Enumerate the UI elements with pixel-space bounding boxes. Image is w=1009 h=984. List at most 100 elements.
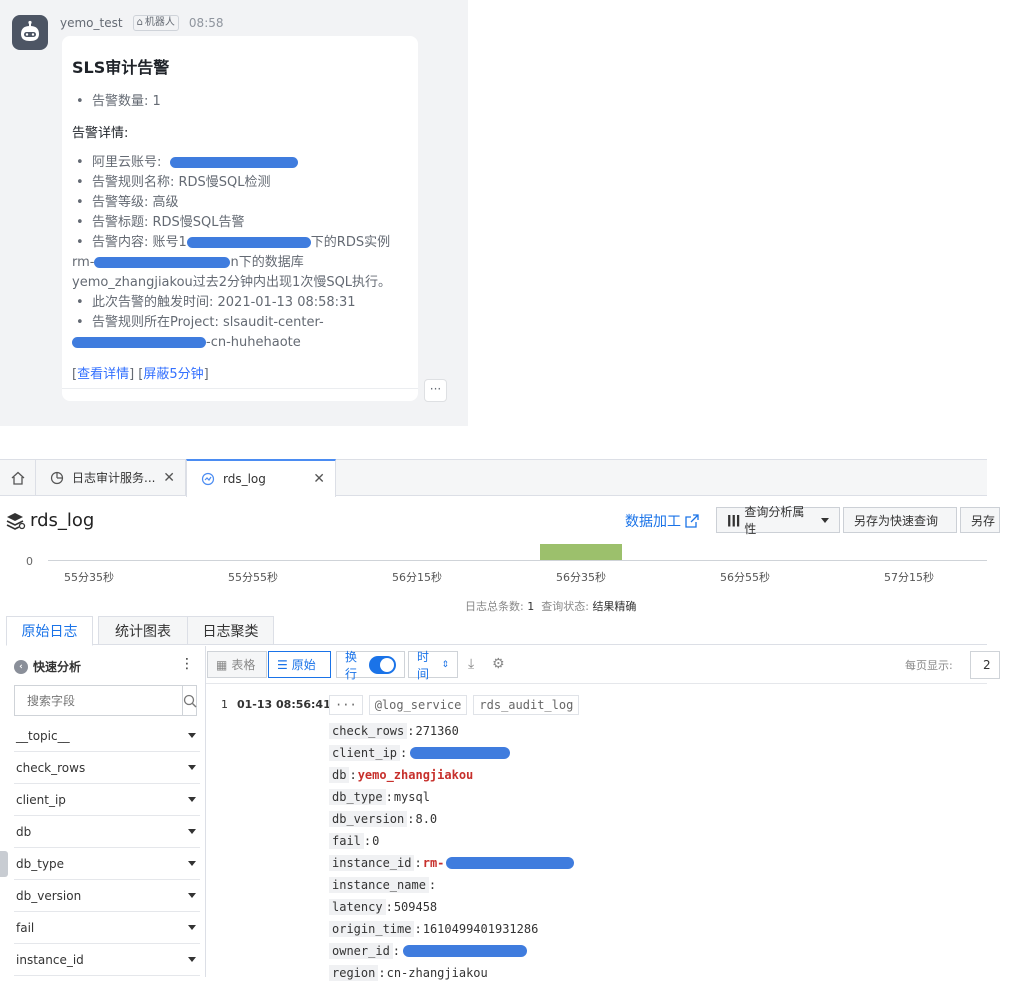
log-toolbar: ▦ 表格 ☰ 原始 换行 时间 ⇕ ⤓ ⚙ 每页显示: 2 <box>206 646 1000 684</box>
histogram-zero-label: 0 <box>26 555 33 568</box>
log-key[interactable]: client_ip <box>329 745 401 761</box>
mute-link[interactable]: 屏蔽5分钟 <box>143 367 203 382</box>
log-tag-topic[interactable]: rds_audit_log <box>473 695 580 715</box>
log-key[interactable]: fail <box>329 833 364 849</box>
log-value[interactable]: yemo_zhangjiakou <box>358 768 474 782</box>
log-tag-source[interactable]: @log_service <box>368 695 468 715</box>
robot-avatar[interactable] <box>12 15 48 50</box>
field-item[interactable]: check_rows <box>14 752 200 784</box>
card-title: SLS审计告警 <box>72 58 170 77</box>
caret-down-icon[interactable] <box>188 925 196 930</box>
log-value[interactable]: 271360 <box>415 724 458 738</box>
caret-down-icon[interactable] <box>188 957 196 962</box>
tab-charts[interactable]: 统计图表 <box>98 616 188 645</box>
save-as-button[interactable]: 另存 <box>960 507 1000 533</box>
logstore-name: rds_log <box>30 510 95 531</box>
query-attributes-label: 查询分析属性 <box>744 505 805 536</box>
log-value[interactable]: cn-zhangjiakou <box>387 966 488 980</box>
data-process-link[interactable]: 数据加工 <box>625 511 699 531</box>
log-key[interactable]: instance_name <box>329 877 429 893</box>
logstore-icon <box>6 512 26 530</box>
log-value[interactable]: 0 <box>372 834 379 848</box>
log-key[interactable]: owner_id <box>329 943 393 959</box>
log-field: fail:0 <box>329 830 574 852</box>
field-item[interactable]: db_version <box>14 880 200 912</box>
field-item[interactable]: __topic__ <box>14 720 200 752</box>
field-item[interactable]: instance_id <box>14 944 200 976</box>
log-key[interactable]: latency <box>329 899 386 915</box>
redacted-account-id <box>186 237 311 248</box>
download-icon[interactable]: ⤓ <box>468 656 474 672</box>
table-view-button[interactable]: ▦ 表格 <box>207 651 267 678</box>
tab-home[interactable] <box>0 459 36 496</box>
search-button[interactable] <box>182 686 197 715</box>
histogram-tick: 56分55秒 <box>720 571 770 584</box>
more-vertical-icon[interactable]: ⋮ <box>180 656 194 672</box>
log-value[interactable]: mysql <box>394 790 430 804</box>
field-item[interactable]: db_type <box>14 848 200 880</box>
wrap-switch[interactable] <box>369 655 396 674</box>
log-key[interactable]: check_rows <box>329 723 408 739</box>
raw-view-label: 原始 <box>291 658 316 672</box>
histogram-bar[interactable] <box>540 544 622 560</box>
caret-down-icon[interactable] <box>188 765 196 770</box>
detail-title: 告警标题: RDS慢SQL告警 <box>72 213 408 233</box>
log-key[interactable]: instance_id <box>329 855 415 871</box>
log-value[interactable]: 8.0 <box>415 812 437 826</box>
histogram: 0 55分35秒 55分55秒 56分15秒 56分35秒 56分55秒 57分… <box>0 540 987 585</box>
sender-name[interactable]: yemo_test <box>60 16 123 30</box>
caret-down-icon[interactable] <box>188 893 196 898</box>
collapse-left-icon[interactable]: ‹ <box>14 659 28 674</box>
caret-down-icon[interactable] <box>188 797 196 802</box>
detail-content: 告警内容: 账号1下的RDS实例 <box>72 233 408 253</box>
more-actions-button[interactable]: ··· <box>424 379 447 402</box>
quick-analysis-sidebar: ‹ 快速分析 ⋮ __topic__ check_rows client_ip … <box>0 646 206 977</box>
tab-raw-logs[interactable]: 原始日志 <box>6 616 93 646</box>
field-item[interactable]: fail <box>14 912 200 944</box>
raw-view-button[interactable]: ☰ 原始 <box>268 651 331 678</box>
log-key[interactable]: db_type <box>329 789 386 805</box>
log-tags: ··· @log_service rds_audit_log <box>329 695 580 715</box>
field-name: check_rows <box>16 760 86 775</box>
logstore-title: rds_log <box>6 510 94 531</box>
wrap-label: 换行 <box>345 649 358 681</box>
detail-project: 告警规则所在Project: slsaudit-center- <box>72 313 408 333</box>
field-search-input[interactable] <box>15 686 182 715</box>
view-details-link[interactable]: 查看详情 <box>77 367 129 382</box>
field-list: __topic__ check_rows client_ip db db_typ… <box>14 720 200 976</box>
per-page-select[interactable]: 2 <box>970 651 1000 679</box>
detail-level: 告警等级: 高级 <box>72 193 408 213</box>
quick-analysis-header[interactable]: ‹ 快速分析 <box>14 658 81 675</box>
close-icon[interactable]: ✕ <box>163 470 175 486</box>
log-key[interactable]: db_version <box>329 811 408 827</box>
save-quick-query-button[interactable]: 另存为快速查询 <box>843 507 957 533</box>
field-name: db <box>16 824 32 839</box>
tab-log-clusters[interactable]: 日志聚类 <box>187 616 274 645</box>
log-key[interactable]: region <box>329 965 379 981</box>
sidebar-collapse-handle[interactable] <box>0 851 8 877</box>
field-item[interactable]: client_ip <box>14 784 200 816</box>
filter-icon: ǀǀǀ <box>727 513 741 527</box>
redacted-instance-id <box>446 857 575 869</box>
log-key[interactable]: db <box>329 767 350 783</box>
log-field: db_version:8.0 <box>329 808 574 830</box>
log-value[interactable]: 509458 <box>394 900 437 914</box>
field-item[interactable]: db <box>14 816 200 848</box>
robot-badge: 机器人 <box>132 15 179 31</box>
log-field: client_ip: <box>329 742 574 764</box>
log-more-button[interactable]: ··· <box>329 695 363 715</box>
caret-down-icon[interactable] <box>188 861 196 866</box>
caret-down-icon[interactable] <box>188 829 196 834</box>
data-process-label: 数据加工 <box>625 514 681 530</box>
tab-rds-log[interactable]: rds_log ✕ <box>186 459 336 497</box>
caret-down-icon[interactable] <box>188 733 196 738</box>
settings-icon[interactable]: ⚙ <box>492 656 505 672</box>
tab-audit-service[interactable]: 日志审计服务... ✕ <box>36 459 186 496</box>
log-value[interactable]: 1610499401931286 <box>423 922 539 936</box>
log-value[interactable]: rm- <box>423 856 445 870</box>
log-key[interactable]: origin_time <box>329 921 415 937</box>
query-attributes-button[interactable]: ǀǀǀ 查询分析属性 <box>716 505 840 536</box>
close-icon[interactable]: ✕ <box>313 471 325 487</box>
time-sort-button[interactable]: 时间 ⇕ <box>408 650 458 681</box>
wrap-toggle[interactable]: 换行 <box>336 650 405 681</box>
